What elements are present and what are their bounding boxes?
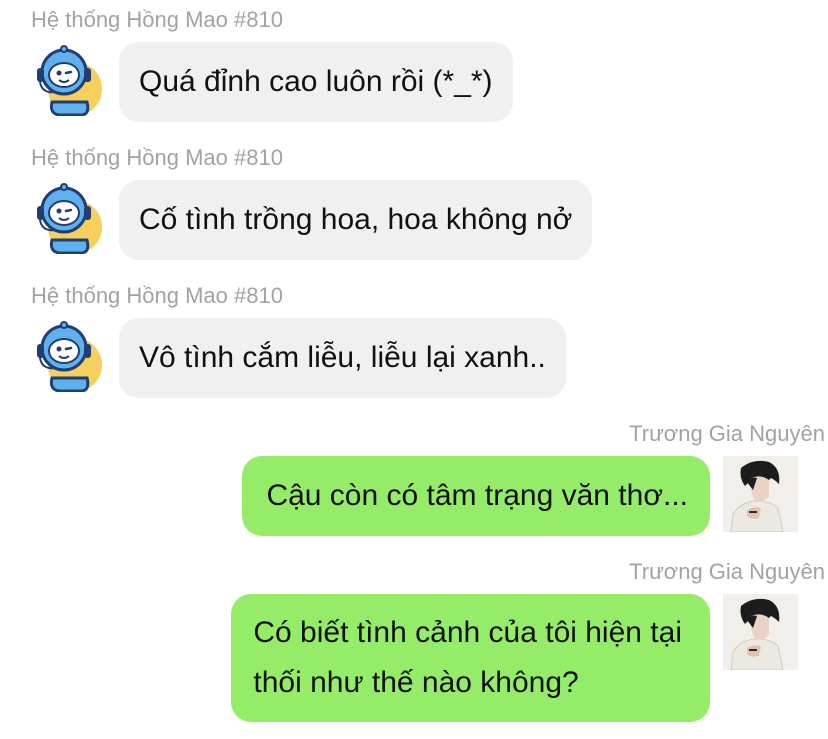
incoming-message-bubble[interactable]: Quá đỉnh cao luôn rồi (*_*) [119, 42, 513, 122]
sender-name: Hệ thống Hồng Mao #810 [31, 283, 283, 308]
sender-name: Hệ thống Hồng Mao #810 [31, 7, 283, 32]
robot-mascot-icon[interactable] [30, 318, 104, 392]
message-text: Vô tình cắm liễu, liễu lại xanh.. [139, 341, 546, 374]
sender-name: Trương Gia Nguyên [629, 421, 825, 446]
message-text-line: Có biết tình cảnh của tôi hiện tại [253, 616, 682, 649]
incoming-message-bubble[interactable]: Cố tình trồng hoa, hoa không nở [119, 180, 593, 260]
sender-name: Trương Gia Nguyên [629, 559, 825, 584]
robot-mascot-icon[interactable] [30, 180, 104, 254]
sender-name: Hệ thống Hồng Mao #810 [31, 145, 283, 170]
robot-mascot-icon[interactable] [30, 42, 104, 116]
message-text: Cố tình trồng hoa, hoa không nở [139, 203, 573, 236]
outgoing-message-bubble[interactable]: Có biết tình cảnh của tôi hiện tại thối … [231, 594, 710, 722]
message-text: Cậu còn có tâm trạng văn thơ... [266, 479, 688, 512]
message-text-line: thối như thế nào không? [253, 666, 579, 699]
incoming-message-bubble[interactable]: Vô tình cắm liễu, liễu lại xanh.. [119, 318, 566, 398]
message-text: Quá đỉnh cao luôn rồi (*_*) [139, 65, 493, 98]
outgoing-message-bubble[interactable]: Cậu còn có tâm trạng văn thơ... [242, 456, 710, 536]
user-avatar[interactable] [723, 456, 798, 532]
user-avatar[interactable] [723, 594, 798, 670]
